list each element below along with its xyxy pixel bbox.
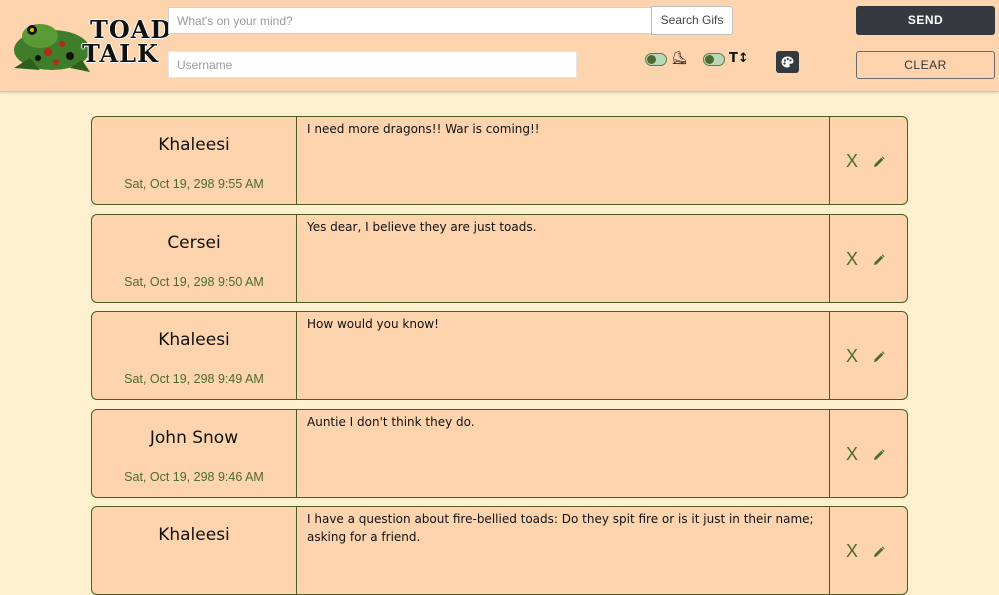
delete-message-button[interactable]: X xyxy=(846,541,858,561)
author-name: Khaleesi xyxy=(158,135,230,155)
pencil-icon[interactable] xyxy=(873,153,885,172)
message-text: I need more dragons!! War is coming!! xyxy=(307,122,540,136)
message-timestamp: Sat, Oct 19, 298 9:49 AM xyxy=(124,372,264,386)
palette-icon xyxy=(781,56,794,68)
send-button[interactable]: SEND xyxy=(856,6,995,35)
username-input[interactable] xyxy=(168,51,577,78)
message-text: Auntie I don't think they do. xyxy=(307,414,475,429)
message-timestamp: Sat, Oct 19, 298 9:50 AM xyxy=(124,274,264,289)
author-name: Khaleesi xyxy=(158,525,230,545)
message-author-panel: Khaleesi Sat, Oct 19, 298 9:55 AM xyxy=(92,117,297,204)
author-name: Khaleesi xyxy=(158,330,230,350)
message-timestamp: Sat, Oct 19, 298 9:55 AM xyxy=(124,177,264,191)
header-bar: TOAD TALK Search Gifs ⛸ T↕ SEND CLEAR xyxy=(0,0,999,92)
palette-button[interactable] xyxy=(776,51,799,73)
message-input[interactable] xyxy=(168,7,652,34)
pencil-icon[interactable] xyxy=(873,348,885,367)
message-card: Khaleesi Sat, Oct 19, 298 9:49 AM How woul… xyxy=(91,311,908,400)
author-name: John Snow xyxy=(149,427,239,448)
boot-icon: ⛸ xyxy=(671,51,688,66)
message-actions: X xyxy=(829,214,907,302)
delete-message-button[interactable]: X xyxy=(846,151,858,171)
pencil-icon[interactable] xyxy=(873,543,885,562)
message-card: Khaleesi Sat, Oct 19, 298 9:55 AM I need m… xyxy=(91,116,908,205)
message-actions: X xyxy=(829,117,907,204)
delete-message-button[interactable]: X xyxy=(846,346,858,366)
message-text: Yes dear, I believe they are just toads. xyxy=(307,219,537,234)
message-actions: X xyxy=(829,409,907,497)
message-card: Cersei Sat, Oct 19, 298 9:50 AM Yes dear, … xyxy=(91,213,908,303)
text-size-toggle[interactable] xyxy=(703,53,725,66)
message-author-panel: Khaleesi Sat, Oct 19, 298 9:49 AM xyxy=(92,312,297,399)
message-text: How would you know! xyxy=(307,317,439,331)
message-actions: X xyxy=(829,312,907,399)
text-size-icon: T↕ xyxy=(729,51,749,66)
message-timestamp: Sat, Oct 19, 298 9:46 AM xyxy=(124,469,264,484)
toad-talk-logo: TOAD TALK xyxy=(10,12,171,76)
toggle-knob xyxy=(705,55,714,64)
message-card: Khaleesi I have a question about fire-bel… xyxy=(91,506,908,595)
message-author-panel: John Snow Sat, Oct 19, 298 9:46 AM xyxy=(92,409,297,497)
message-author-panel: Khaleesi xyxy=(92,507,297,594)
pencil-icon[interactable] xyxy=(873,251,885,270)
delete-message-button[interactable]: X xyxy=(846,444,858,464)
logo-text-line2: TALK xyxy=(82,39,159,68)
theme-toggle[interactable] xyxy=(645,53,667,66)
delete-message-button[interactable]: X xyxy=(846,249,858,269)
toggle-knob xyxy=(647,55,656,64)
message-actions: X xyxy=(829,507,907,594)
pencil-icon[interactable] xyxy=(873,446,885,465)
author-name: Cersei xyxy=(167,232,221,253)
clear-button[interactable]: CLEAR xyxy=(856,51,995,79)
message-author-panel: Cersei Sat, Oct 19, 298 9:50 AM xyxy=(92,214,297,302)
search-gifs-button[interactable]: Search Gifs xyxy=(651,6,733,35)
message-card: John Snow Sat, Oct 19, 298 9:46 AM Auntie … xyxy=(91,408,908,498)
message-text: I have a question about fire-bellied toa… xyxy=(307,512,814,544)
